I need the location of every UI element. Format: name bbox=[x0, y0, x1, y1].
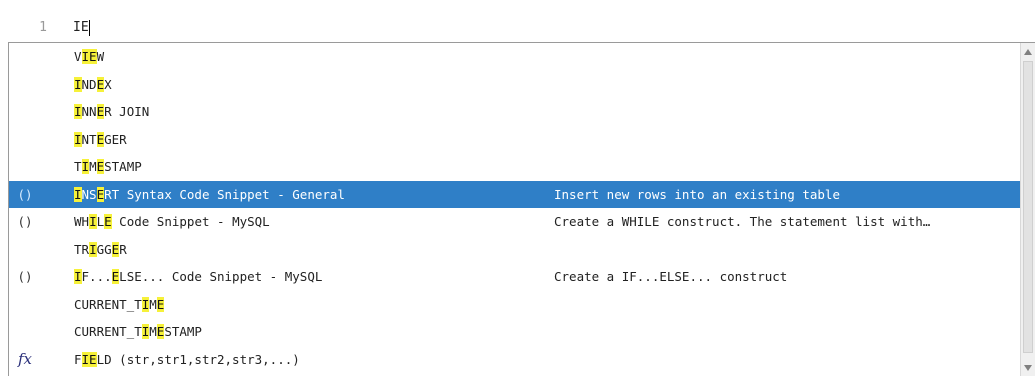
autocomplete-item[interactable]: CURRENT_TIME bbox=[9, 291, 1021, 319]
scroll-up-arrow-icon[interactable] bbox=[1024, 49, 1032, 55]
autocomplete-item-description: Create a WHILE construct. The statement … bbox=[554, 214, 931, 229]
autocomplete-item-label: INNER JOIN bbox=[74, 98, 149, 126]
label-text: L bbox=[96, 214, 105, 229]
snippet-icon: () bbox=[17, 186, 33, 202]
match-highlight: E bbox=[96, 131, 105, 147]
label-text: NS bbox=[81, 186, 97, 202]
autocomplete-item-label: TRIGGER bbox=[74, 236, 127, 264]
label-text: CURRENT_T bbox=[74, 296, 142, 312]
snippet-icon: () bbox=[17, 269, 33, 284]
match-highlight: E bbox=[96, 186, 105, 202]
label-text: M bbox=[149, 324, 157, 339]
autocomplete-popup: VIEW INDEX INNER JOIN INTEGER TIMESTAMP() INS… bbox=[8, 42, 1035, 376]
line-number: 1 bbox=[39, 20, 47, 35]
autocomplete-item-label: CURRENT_TIMESTAMP bbox=[74, 318, 202, 346]
autocomplete-item-label: VIEW bbox=[74, 43, 104, 71]
match-highlight: E bbox=[96, 159, 105, 174]
match-highlight: I bbox=[89, 241, 97, 257]
autocomplete-item-label: IF...ELSE... Code Snippet - MySQL bbox=[74, 263, 322, 291]
autocomplete-item[interactable]: INTEGER bbox=[9, 126, 1021, 154]
label-text: NN bbox=[81, 104, 97, 119]
label-text: M bbox=[89, 159, 97, 174]
label-text: STAMP bbox=[164, 324, 202, 339]
label-text: LD (str,str1,str2,str3,...) bbox=[96, 351, 300, 367]
label-text: STAMP bbox=[104, 159, 142, 174]
match-highlight: I bbox=[74, 269, 82, 284]
autocomplete-item[interactable]: () WHILE Code Snippet - MySQL Create a WHI… bbox=[9, 208, 1021, 236]
autocomplete-item-label: FIELD (str,str1,str2,str3,...) bbox=[74, 346, 300, 374]
autocomplete-item[interactable]: TRIGGER bbox=[9, 236, 1021, 264]
autocomplete-item-label: INSERT Syntax Code Snippet - General bbox=[74, 181, 345, 209]
label-text: WH bbox=[74, 214, 90, 229]
match-highlight: E bbox=[104, 214, 112, 229]
match-highlight: I bbox=[89, 214, 97, 229]
label-text: V bbox=[74, 49, 82, 64]
autocomplete-item[interactable]: () INSERT Syntax Code Snippet - General In… bbox=[9, 180, 1021, 209]
label-text: NT bbox=[81, 131, 97, 147]
match-highlight: I bbox=[74, 104, 82, 119]
label-text: GER bbox=[104, 131, 127, 147]
autocomplete-item-label: TIMESTAMP bbox=[74, 153, 142, 181]
editor-text[interactable]: IE bbox=[73, 20, 90, 36]
match-highlight: I bbox=[81, 159, 90, 174]
label-text: R bbox=[119, 241, 127, 257]
autocomplete-item[interactable]: VIEW bbox=[9, 43, 1021, 71]
match-highlight: I bbox=[74, 131, 82, 147]
label-text: F... bbox=[81, 269, 112, 284]
label-text: LSE... Code Snippet - MySQL bbox=[119, 269, 323, 284]
label-text: ND bbox=[81, 76, 97, 92]
label-text: TR bbox=[74, 241, 90, 257]
label-text: M bbox=[149, 296, 157, 312]
label-text: CURRENT_T bbox=[74, 324, 142, 339]
autocomplete-item[interactable]: () IF...ELSE... Code Snippet - MySQL Creat… bbox=[9, 263, 1021, 291]
match-highlight: E bbox=[96, 104, 105, 119]
autocomplete-item-description: Create a IF...ELSE... construct bbox=[554, 269, 788, 284]
match-highlight: E bbox=[156, 296, 165, 312]
match-highlight: I bbox=[74, 76, 82, 92]
autocomplete-item-label: INTEGER bbox=[74, 126, 127, 154]
label-text: W bbox=[96, 49, 105, 64]
editor-line[interactable]: 1 IE bbox=[0, 0, 1035, 40]
label-text: R JOIN bbox=[104, 104, 150, 119]
label-text: X bbox=[104, 76, 112, 92]
match-highlight: IE bbox=[81, 351, 97, 367]
typed-text: IE bbox=[73, 20, 89, 35]
match-highlight: I bbox=[74, 186, 82, 202]
autocomplete-item[interactable]: CURRENT_TIMESTAMP bbox=[9, 318, 1021, 346]
label-text: T bbox=[74, 159, 82, 174]
scroll-down-arrow-icon[interactable] bbox=[1024, 365, 1032, 371]
match-highlight: IE bbox=[81, 49, 97, 64]
autocomplete-item-label: WHILE Code Snippet - MySQL bbox=[74, 208, 270, 236]
match-highlight: E bbox=[96, 76, 105, 92]
label-text: GG bbox=[96, 241, 112, 257]
autocomplete-item-description: Insert new rows into an existing table bbox=[554, 186, 840, 202]
label-text: RT Syntax Code Snippet - General bbox=[104, 186, 345, 202]
function-icon: fx bbox=[17, 349, 32, 368]
autocomplete-item-label: CURRENT_TIME bbox=[74, 291, 165, 319]
snippet-icon: () bbox=[17, 214, 33, 229]
vertical-scrollbar[interactable] bbox=[1020, 43, 1035, 376]
label-text: Code Snippet - MySQL bbox=[111, 214, 270, 229]
label-text: F bbox=[74, 351, 82, 367]
autocomplete-item[interactable]: TIMESTAMP bbox=[9, 153, 1021, 181]
autocomplete-item[interactable]: fx FIELD (str,str1,str2,str3,...) bbox=[9, 346, 1021, 374]
autocomplete-item[interactable]: INNER JOIN bbox=[9, 98, 1021, 126]
autocomplete-item-label: INDEX bbox=[74, 71, 112, 99]
text-caret bbox=[88, 20, 90, 36]
scroll-thumb[interactable] bbox=[1023, 61, 1033, 353]
autocomplete-list: VIEW INDEX INNER JOIN INTEGER TIMESTAMP() INS… bbox=[9, 43, 1021, 373]
autocomplete-item[interactable]: INDEX bbox=[9, 71, 1021, 99]
